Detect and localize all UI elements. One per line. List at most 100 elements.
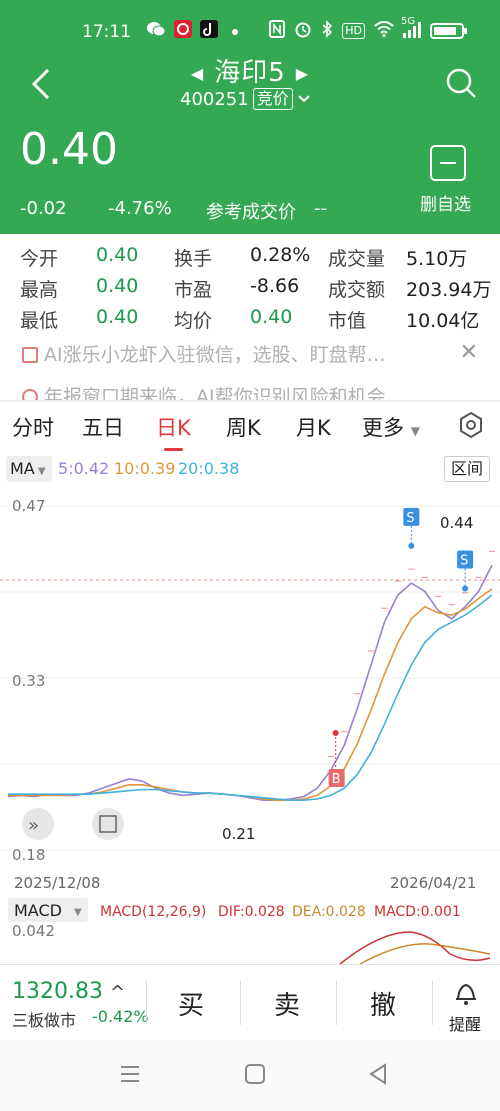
signal-5g-icon: 5G xyxy=(401,16,421,41)
menu-icon[interactable] xyxy=(118,1062,142,1086)
system-nav-bar xyxy=(0,1040,500,1111)
wechat-icon xyxy=(146,21,166,41)
stat-value: 0.40 xyxy=(96,306,139,328)
remove-watchlist-label[interactable]: 删自选 xyxy=(420,190,471,215)
chevron-down-icon xyxy=(298,95,310,103)
battery-level xyxy=(434,27,457,35)
stat-value: 5.10万 xyxy=(406,248,468,270)
divider xyxy=(0,400,500,402)
next-stock-icon[interactable]: ▶ xyxy=(296,64,309,83)
nfc-icon xyxy=(269,20,286,42)
status-bar: 17:11 HD 5G xyxy=(0,16,500,48)
close-icon[interactable]: ✕ xyxy=(460,340,478,365)
news-icon xyxy=(22,347,38,363)
stat-label: 最高 xyxy=(20,279,59,301)
tab-more[interactable]: 更多 ▼ xyxy=(362,412,420,442)
news-line-2[interactable]: 年报窗口期来临，AI帮你识别风险和机会 xyxy=(22,382,386,400)
alarm-icon xyxy=(294,20,312,42)
stat-label: 市盈 xyxy=(174,279,213,301)
y-tick-bottom: 0.18 xyxy=(12,846,45,864)
sell-button[interactable]: 卖 xyxy=(274,985,300,1022)
k-line-chart[interactable]: B S S » 0.47 0.33 0.18 2025/12/08 2026/04/2… xyxy=(0,488,500,964)
app-root: 17:11 HD 5G ◀ 海印5 ▶ 400251 竞价 0.40 -0.02… xyxy=(0,0,500,1111)
index-name: 三板做市 xyxy=(12,1011,77,1030)
signal-net-label: 5G xyxy=(401,15,416,27)
news-text-2: 年报窗口期来临，AI帮你识别风险和机会 xyxy=(44,386,386,400)
news-ticker[interactable]: AI涨乐小龙虾入驻微信，选股、盯盘帮… 年报窗口期来临，AI帮你识别风险和机会 … xyxy=(0,338,500,400)
current-price: 0.40 xyxy=(20,124,118,175)
hd-icon: HD xyxy=(342,23,365,39)
stat-value: 0.40 xyxy=(250,306,293,328)
index-value-row[interactable]: 1320.83 ^ xyxy=(12,979,125,1004)
status-system-icons: HD 5G xyxy=(269,16,467,42)
series-line-ma20 xyxy=(8,594,493,801)
stock-code: 400251 xyxy=(180,88,249,110)
tab-weekly-k[interactable]: 周K xyxy=(226,412,261,442)
search-icon[interactable] xyxy=(444,66,478,100)
divider xyxy=(146,981,147,1025)
stat-label: 成交额 xyxy=(328,279,386,301)
stock-header: 17:11 HD 5G ◀ 海印5 ▶ 400251 竞价 0.40 -0.02… xyxy=(0,0,500,234)
back-nav-icon[interactable] xyxy=(366,1062,390,1086)
stat-label: 均价 xyxy=(174,310,213,332)
tab-intraday[interactable]: 分时 xyxy=(12,412,54,442)
stat-label: 换手 xyxy=(174,248,213,270)
wifi-icon xyxy=(374,21,394,41)
alert-label[interactable]: 提醒 xyxy=(449,1011,481,1035)
stat-label: 最低 xyxy=(20,310,59,332)
home-icon[interactable] xyxy=(243,1062,267,1086)
y-tick-top: 0.47 xyxy=(12,497,45,515)
period-tabs: 分时 五日 日K 周K 月K 更多 ▼ xyxy=(0,410,500,451)
prev-stock-icon[interactable]: ◀ xyxy=(191,64,204,83)
tab-monthly-k[interactable]: 月K xyxy=(296,412,331,442)
status-time: 17:11 xyxy=(82,22,131,42)
chart-marks: B S S » xyxy=(22,507,495,840)
stat-value: 203.94万 xyxy=(406,279,492,301)
chart-lines xyxy=(7,564,493,801)
news-line-1[interactable]: AI涨乐小龙虾入驻微信，选股、盯盘帮… xyxy=(22,340,386,367)
index-arrow-icon: ^ xyxy=(109,982,126,1003)
sell-marker-label: S xyxy=(406,511,414,526)
tab-five-day[interactable]: 五日 xyxy=(82,412,124,442)
series-line-ma10 xyxy=(8,588,493,801)
tiktok-icon xyxy=(200,20,218,42)
stock-title: ◀ 海印5 ▶ xyxy=(0,52,500,89)
divider xyxy=(432,981,433,1025)
caret-down-icon: ▼ xyxy=(74,907,82,918)
ref-price-label: 参考成交价 xyxy=(206,202,296,223)
divider xyxy=(336,981,337,1025)
x-label-start: 2025/12/08 xyxy=(14,874,100,892)
tab-more-label: 更多 xyxy=(362,416,404,440)
news-text-1: AI涨乐小龙虾入驻微信，选股、盯盘帮… xyxy=(44,344,386,366)
macd-label: MACD xyxy=(14,901,62,920)
caret-down-icon: ▼ xyxy=(34,466,46,477)
stat-value: 10.04亿 xyxy=(406,310,480,332)
cancel-order-button[interactable]: 撤 xyxy=(370,985,396,1022)
price-change-pct: -4.76% xyxy=(108,198,172,219)
news-icon-2 xyxy=(22,389,38,400)
buy-button[interactable]: 买 xyxy=(178,985,204,1022)
ma-selector[interactable]: MA ▼ xyxy=(6,456,52,482)
stock-code-row[interactable]: 400251 竞价 xyxy=(180,88,311,110)
ma-label: MA xyxy=(10,459,35,478)
fullscreen-button xyxy=(92,808,124,840)
x-label-end: 2026/04/21 xyxy=(390,874,476,892)
battery-icon xyxy=(430,23,467,39)
stat-value: -8.66 xyxy=(250,275,300,297)
sell-marker-dot xyxy=(462,585,469,592)
zone-button[interactable]: 区间 xyxy=(444,456,490,482)
stat-value: 0.28% xyxy=(250,244,311,266)
macd-value: MACD:0.001 xyxy=(374,904,461,920)
stat-value: 0.40 xyxy=(96,244,139,266)
tab-daily-k[interactable]: 日K xyxy=(156,412,191,451)
bell-icon[interactable] xyxy=(452,979,480,1007)
macd-dif: DIF:0.028 xyxy=(218,904,285,920)
stat-label: 成交量 xyxy=(328,248,386,270)
ma20-value: 20:0.38 xyxy=(178,459,240,478)
stat-value: 0.40 xyxy=(96,275,139,297)
trade-bar: 1320.83 ^ 三板做市 -0.42% 买 卖 撤 提醒 xyxy=(0,964,500,1040)
settings-icon[interactable] xyxy=(456,410,486,440)
index-change: -0.42% xyxy=(92,1007,149,1026)
macd-dea-line xyxy=(359,943,491,964)
remove-watchlist-button[interactable] xyxy=(430,145,466,181)
